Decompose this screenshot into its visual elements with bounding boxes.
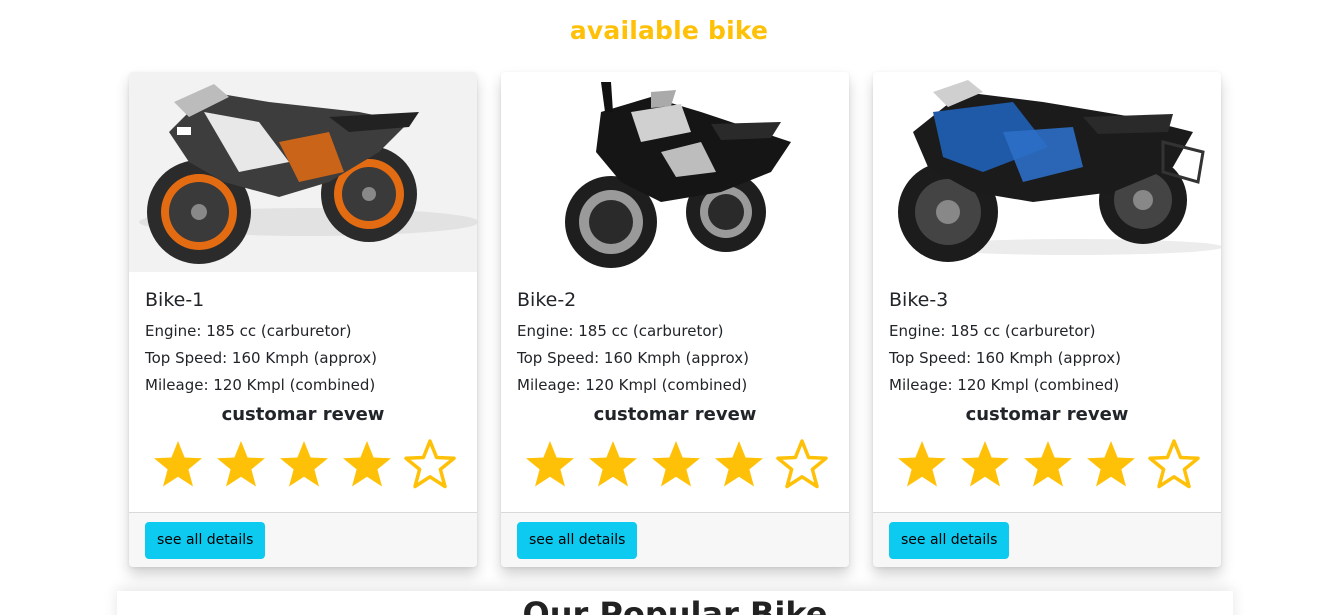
star-filled-icon [712,438,766,492]
section-title: available bike [569,16,769,45]
star-empty-icon [775,438,829,492]
mileage-spec: Mileage: 120 Kmpl (combined) [145,376,376,394]
star-empty-icon [1147,438,1201,492]
card-body: Bike-3 Engine: 185 cc (carburetor) Top S… [873,272,1221,512]
card-body: Bike-1 Engine: 185 cc (carburetor) Top S… [129,272,477,512]
bike-image [873,72,1221,272]
star-filled-icon [277,438,331,492]
bike-name: Bike-3 [889,289,949,311]
mileage-spec: Mileage: 120 Kmpl (combined) [889,376,1120,394]
see-all-details-button[interactable]: see all details [145,522,266,559]
engine-spec: Engine: 185 cc (carburetor) [517,322,724,340]
star-filled-icon [340,438,394,492]
star-filled-icon [895,438,949,492]
star-rating [523,438,833,492]
top-speed-spec: Top Speed: 160 Kmph (approx) [889,349,1121,367]
bike-card: Bike-2 Engine: 185 cc (carburetor) Top S… [501,72,849,567]
bike-name: Bike-1 [145,289,205,311]
bike-card: Bike-3 Engine: 185 cc (carburetor) Top S… [873,72,1221,567]
bike-card-grid: Bike-1 Engine: 185 cc (carburetor) Top S… [129,72,1221,567]
popular-bike-section: Our Popular Bike [117,591,1233,615]
mileage-spec: Mileage: 120 Kmpl (combined) [517,376,748,394]
bike-image [501,72,849,272]
engine-spec: Engine: 185 cc (carburetor) [889,322,1096,340]
card-footer: see all details [501,512,849,567]
card-footer: see all details [873,512,1221,567]
see-all-details-button[interactable]: see all details [517,522,638,559]
popular-section-title: Our Popular Bike [522,595,828,615]
star-filled-icon [1021,438,1075,492]
engine-spec: Engine: 185 cc (carburetor) [145,322,352,340]
bike-card: Bike-1 Engine: 185 cc (carburetor) Top S… [129,72,477,567]
card-body: Bike-2 Engine: 185 cc (carburetor) Top S… [501,272,849,512]
bike-name: Bike-2 [517,289,577,311]
star-rating [895,438,1205,492]
see-all-details-button[interactable]: see all details [889,522,1010,559]
card-footer: see all details [129,512,477,567]
star-rating [151,438,461,492]
top-speed-spec: Top Speed: 160 Kmph (approx) [145,349,377,367]
star-filled-icon [649,438,703,492]
star-empty-icon [403,438,457,492]
top-speed-spec: Top Speed: 160 Kmph (approx) [517,349,749,367]
star-filled-icon [586,438,640,492]
star-filled-icon [1084,438,1138,492]
bike-image [129,72,477,272]
star-filled-icon [958,438,1012,492]
review-title: customar revew [965,404,1129,425]
review-title: customar revew [593,404,757,425]
star-filled-icon [523,438,577,492]
review-title: customar revew [221,404,385,425]
star-filled-icon [214,438,268,492]
star-filled-icon [151,438,205,492]
